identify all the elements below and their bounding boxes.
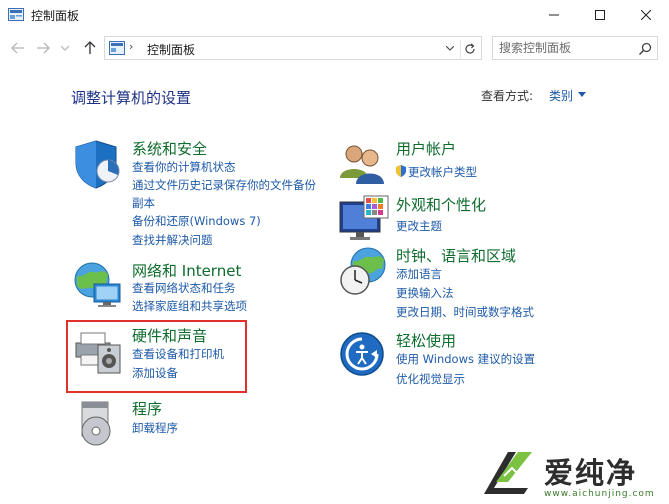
- page-title: 调整计算机的设置: [71, 89, 192, 107]
- link-file-history-backup-copy[interactable]: 副本: [132, 195, 155, 211]
- address-dropdown-button[interactable]: [443, 41, 457, 55]
- close-button[interactable]: [623, 0, 669, 30]
- link-change-date-time-format[interactable]: 更改日期、时间或数字格式: [396, 304, 534, 320]
- link-windows-recommended-settings[interactable]: 使用 Windows 建议的设置: [396, 351, 535, 367]
- back-button[interactable]: [8, 38, 28, 58]
- minimize-icon: [549, 14, 559, 16]
- category-title-system-security[interactable]: 系统和安全: [132, 138, 207, 159]
- arrow-left-icon: [11, 42, 24, 54]
- category-user-accounts: 用户帐户 更改帐户类型: [338, 138, 538, 188]
- forward-button[interactable]: [33, 38, 53, 58]
- chevron-down-icon: [446, 45, 454, 51]
- link-change-input-method[interactable]: 更换输入法: [396, 285, 454, 301]
- window-title: 控制面板: [31, 9, 80, 23]
- users-icon[interactable]: [338, 138, 390, 190]
- arrow-up-icon: [84, 41, 96, 54]
- category-title-network-internet[interactable]: 网络和 Internet: [132, 260, 241, 281]
- minimize-button[interactable]: [531, 0, 577, 30]
- arrow-right-icon: [37, 42, 50, 54]
- category-ease-of-access: 轻松使用 使用 Windows 建议的设置 优化视觉显示: [338, 330, 558, 390]
- breadcrumb-control-panel[interactable]: 控制面板: [147, 41, 195, 58]
- link-file-history-backup[interactable]: 通过文件历史记录保存你的文件备份: [132, 177, 316, 193]
- link-backup-restore[interactable]: 备份和还原(Windows 7): [132, 213, 261, 229]
- search-input[interactable]: [499, 40, 631, 56]
- refresh-button[interactable]: [460, 40, 478, 58]
- category-title-appearance[interactable]: 外观和个性化: [396, 194, 486, 215]
- security-shield-icon[interactable]: [72, 138, 124, 190]
- category-programs: 程序 卸载程序: [72, 398, 242, 448]
- maximize-button[interactable]: [577, 0, 623, 30]
- recent-locations-button[interactable]: [58, 38, 72, 58]
- address-row: › 控制面板: [0, 30, 669, 66]
- control-panel-icon: [8, 8, 24, 21]
- category-clock-language-region: 时钟、语言和区域 添加语言 更换输入法 更改日期、时间或数字格式: [338, 245, 568, 320]
- programs-disc-icon[interactable]: [72, 398, 124, 450]
- network-globe-icon[interactable]: [72, 260, 124, 312]
- category-network-internet: 网络和 Internet 查看网络状态和任务 选择家庭组和共享选项: [72, 260, 302, 320]
- link-view-computer-status[interactable]: 查看你的计算机状态: [132, 159, 236, 175]
- category-system-security: 系统和安全 查看你的计算机状态 通过文件历史记录保存你的文件备份 副本 备份和还…: [72, 138, 342, 248]
- control-panel-icon: [109, 41, 125, 55]
- search-icon[interactable]: [637, 41, 653, 57]
- chevron-down-icon: [61, 45, 69, 51]
- clock-globe-icon[interactable]: [338, 245, 390, 297]
- refresh-icon: [464, 43, 475, 54]
- close-icon: [641, 10, 651, 20]
- watermark: 爱纯净 www.aichunjing.com: [478, 446, 669, 504]
- link-troubleshoot[interactable]: 查找并解决问题: [132, 232, 213, 248]
- appearance-monitor-icon[interactable]: [338, 194, 390, 246]
- link-add-language[interactable]: 添加语言: [396, 266, 442, 282]
- view-by-label: 查看方式:: [481, 89, 534, 103]
- highlight-box: [66, 320, 247, 393]
- category-title-ease-of-access[interactable]: 轻松使用: [396, 330, 456, 351]
- maximize-icon: [595, 10, 605, 20]
- link-view-network-status[interactable]: 查看网络状态和任务: [132, 280, 236, 296]
- category-title-programs[interactable]: 程序: [132, 398, 162, 419]
- title-bar: 控制面板: [0, 0, 669, 30]
- address-bar[interactable]: › 控制面板: [104, 36, 482, 60]
- link-change-theme[interactable]: 更改主题: [396, 218, 442, 234]
- view-by-dropdown[interactable]: 类别: [549, 87, 573, 104]
- link-uninstall-program[interactable]: 卸载程序: [132, 420, 178, 436]
- aichunjing-logo-icon: [484, 452, 532, 494]
- category-title-clock-language-region[interactable]: 时钟、语言和区域: [396, 245, 516, 266]
- ease-of-access-icon[interactable]: [338, 330, 390, 382]
- up-button[interactable]: [80, 38, 100, 58]
- uac-shield-icon: [396, 165, 406, 177]
- category-appearance: 外观和个性化 更改主题: [338, 194, 538, 244]
- link-homegroup-sharing[interactable]: 选择家庭组和共享选项: [132, 298, 247, 314]
- category-title-user-accounts[interactable]: 用户帐户: [396, 138, 456, 159]
- breadcrumb-separator[interactable]: ›: [129, 40, 133, 53]
- caret-down-icon[interactable]: [578, 92, 586, 97]
- search-box[interactable]: [492, 36, 658, 60]
- link-optimize-visual-display[interactable]: 优化视觉显示: [396, 371, 465, 387]
- watermark-url: www.aichunjing.com: [544, 489, 655, 499]
- link-change-account-type[interactable]: 更改帐户类型: [408, 164, 477, 180]
- watermark-text: 爱纯净: [544, 456, 638, 490]
